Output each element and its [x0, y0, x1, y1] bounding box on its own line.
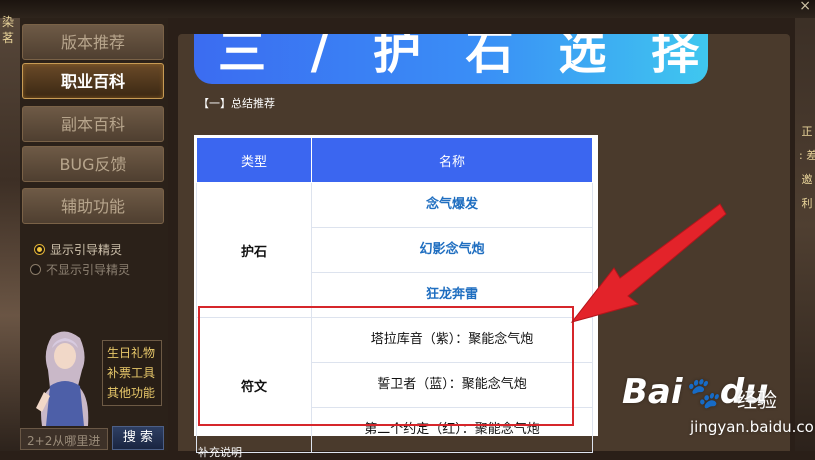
nav-dungeon-wiki[interactable]: 副本百科 [22, 106, 164, 142]
table-header-row: 类型 名称 [196, 137, 593, 183]
radio-show-guide-label: 显示引导精灵 [50, 242, 123, 257]
type-cell-rune: 符文 [196, 317, 312, 453]
table-row: 符文 塔拉库音（紫）：聚能念气炮 [196, 317, 593, 453]
table-row: 护石 念气爆发 [196, 182, 593, 318]
watermark-jingyan: 经验 [737, 388, 777, 412]
nav-class-wiki[interactable]: 职业百科 [22, 63, 164, 99]
radio-selected-icon[interactable] [34, 243, 45, 255]
talisman-item: 狂龙奔雷 [311, 272, 593, 318]
header-name: 名称 [311, 137, 593, 183]
talisman-item: 幻影念气炮 [311, 227, 593, 273]
link-birthday-gift[interactable]: 生日礼物 [107, 343, 157, 363]
rune-item: 塔拉库音（紫）：聚能念气炮 [311, 317, 593, 363]
link-ticket-tool[interactable]: 补票工具 [107, 363, 157, 383]
sidebar-tool-links: 生日礼物 补票工具 其他功能 [102, 340, 162, 406]
nav-assist-functions[interactable]: 辅助功能 [22, 188, 164, 224]
recommendation-table: 类型 名称 护石 念气爆发 幻影念气炮 狂龙奔雷 符文 塔拉库音（紫）：聚能念气… [196, 137, 593, 453]
game-backdrop-left [0, 0, 20, 451]
watermark-url: jingyan.baidu.com [690, 418, 815, 436]
game-backdrop-right [795, 0, 815, 451]
section-banner: 三 / 护 石 选 择 [194, 34, 708, 84]
nav-version-recommend[interactable]: 版本推荐 [22, 24, 164, 60]
search-button[interactable]: 搜 索 [112, 426, 164, 450]
guide-character-portrait [36, 331, 89, 426]
type-cell-talisman: 护石 [196, 182, 312, 318]
backdrop-text-left: 染 茗 [2, 15, 15, 45]
search-input[interactable]: 2+2从哪里进 [20, 428, 108, 450]
rune-item: 誓卫者（蓝）：聚能念气炮 [311, 362, 593, 408]
link-other-functions[interactable]: 其他功能 [107, 383, 157, 403]
section-title: 【一】总结推荐 [198, 97, 275, 110]
window-top-strip [0, 0, 815, 18]
radio-hide-guide[interactable]: 不显示引导精灵 [30, 260, 130, 278]
backdrop-text-right: 正 : 差 邀 利 [799, 125, 815, 210]
radio-unselected-icon[interactable] [30, 263, 41, 275]
header-type: 类型 [196, 137, 312, 183]
rune-item: 第二个约定（红）：聚能念气炮 [311, 407, 593, 453]
radio-hide-guide-label: 不显示引导精灵 [46, 262, 131, 277]
close-icon[interactable]: × [799, 0, 811, 14]
red-arrow-icon [570, 203, 727, 323]
radio-show-guide[interactable]: 显示引导精灵 [34, 240, 122, 258]
recommendation-table-container: 类型 名称 护石 念气爆发 幻影念气炮 狂龙奔雷 符文 塔拉库音（紫）：聚能念气… [194, 135, 598, 453]
next-section-title: 补充说明 [198, 446, 242, 459]
nav-bug-report[interactable]: BUG反馈 [22, 146, 164, 182]
talisman-item: 念气爆发 [311, 182, 593, 228]
banner-title: 三 / 护 石 选 择 [218, 34, 708, 80]
